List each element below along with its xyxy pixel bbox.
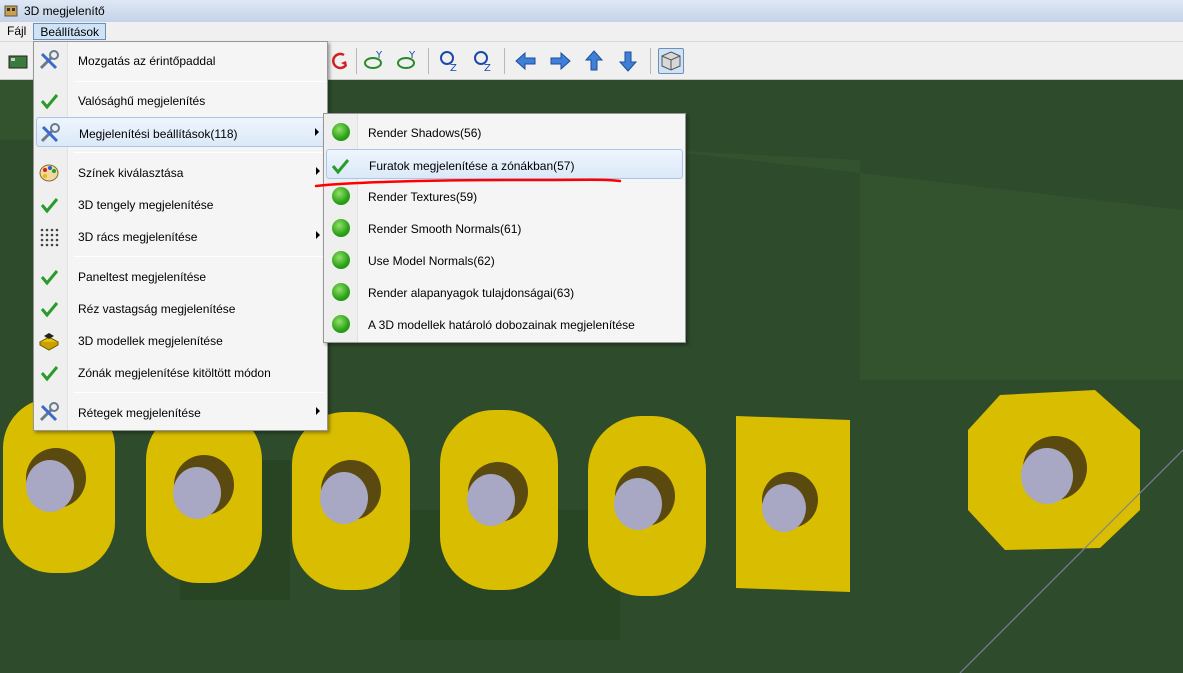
menu-item-label: Render Textures(59) (368, 190, 478, 204)
green-dot-icon (332, 283, 350, 301)
submenu-arrow-icon (316, 231, 320, 239)
toolbar-separator (356, 48, 357, 74)
copper-pad (146, 408, 262, 583)
copper-pad (440, 410, 558, 590)
tools-icon (38, 50, 60, 72)
submenu-item-material-props[interactable]: Render alapanyagok tulajdonságai(63) (326, 277, 683, 307)
submenu-item-holes-in-zones[interactable]: Furatok megjelenítése a zónákban(57) (326, 149, 683, 179)
window-title: 3D megjelenítő (24, 4, 105, 18)
menu-item-label: Use Model Normals(62) (368, 254, 495, 268)
check-icon (38, 362, 60, 384)
copper-pad (292, 412, 410, 590)
toolbar-separator (504, 48, 505, 74)
menu-item-label: Mozgatás az érintőpaddal (78, 54, 216, 68)
menu-separator (74, 392, 325, 393)
toolbar-separator (428, 48, 429, 74)
menu-item-render-options[interactable]: Megjelenítési beállítások(118) (36, 117, 326, 147)
svg-text:Y: Y (375, 50, 383, 61)
check-icon (38, 90, 60, 112)
copper-pad-square (736, 416, 850, 592)
toolbar-separator (650, 48, 651, 74)
submenu-arrow-icon (315, 128, 319, 136)
rotate-z-ccw-icon[interactable]: Z (436, 48, 462, 74)
title-bar: 3D megjelenítő (0, 0, 1183, 22)
arrow-down-icon[interactable] (615, 48, 641, 74)
menu-item-label: Render Shadows(56) (368, 126, 482, 140)
menu-item-label: Render alapanyagok tulajdonságai(63) (368, 286, 575, 300)
svg-text:Z: Z (484, 63, 491, 74)
svg-text:Z: Z (450, 63, 457, 74)
menu-item-colors[interactable]: Színek kiválasztása (36, 157, 326, 187)
menu-item-label: Render Smooth Normals(61) (368, 222, 522, 236)
tools-icon (38, 402, 60, 424)
menu-item-zones-filled[interactable]: Zónák megjelenítése kitöltött módon (36, 357, 326, 387)
menu-bar: Fájl Beállítások (0, 22, 1183, 42)
green-dot-icon (332, 123, 350, 141)
menu-item-touchpad-pan[interactable]: Mozgatás az érintőpaddal (36, 45, 326, 75)
check-icon (38, 194, 60, 216)
submenu-arrow-icon (316, 167, 320, 175)
3d-model-icon (38, 330, 60, 352)
submenu-item-bounding-boxes[interactable]: A 3D modellek határoló dobozainak megjel… (326, 309, 683, 339)
check-icon (38, 266, 60, 288)
arrow-up-icon[interactable] (581, 48, 607, 74)
menu-item-board-body[interactable]: Paneltest megjelenítése (36, 261, 326, 291)
reload-icon[interactable] (328, 48, 354, 74)
red-underline-annotation (314, 178, 622, 188)
green-dot-icon (332, 219, 350, 237)
menu-item-label: Rétegek megjelenítése (78, 406, 201, 420)
menu-separator (74, 152, 325, 153)
menu-settings[interactable]: Beállítások (33, 23, 107, 40)
submenu-arrow-icon (316, 407, 320, 415)
settings-menu: Mozgatás az érintőpaddal Valósághű megje… (33, 41, 328, 431)
menu-item-label: Furatok megjelenítése a zónákban(57) (369, 159, 575, 173)
green-dot-icon (332, 251, 350, 269)
check-icon (38, 298, 60, 320)
submenu-item-smooth-normals[interactable]: Render Smooth Normals(61) (326, 213, 683, 243)
menu-item-label: Zónák megjelenítése kitöltött módon (78, 366, 271, 380)
svg-text:Y: Y (408, 50, 416, 61)
menu-item-copper-thickness[interactable]: Réz vastagság megjelenítése (36, 293, 326, 323)
submenu-item-model-normals[interactable]: Use Model Normals(62) (326, 245, 683, 275)
rotate-y-cw-icon[interactable]: Y (395, 48, 421, 74)
menu-item-label: 3D tengely megjelenítése (78, 198, 214, 212)
menu-item-label: A 3D modellek határoló dobozainak megjel… (368, 318, 635, 332)
copper-pad-round (968, 390, 1140, 550)
board-icon[interactable] (6, 48, 32, 74)
menu-item-label: 3D rács megjelenítése (78, 230, 198, 244)
menu-item-layers[interactable]: Rétegek megjelenítése (36, 397, 326, 427)
ortho-view-icon[interactable] (658, 48, 684, 74)
menu-item-label: Valósághű megjelenítés (78, 94, 206, 108)
menu-item-label: Paneltest megjelenítése (78, 270, 207, 284)
menu-item-label: 3D modellek megjelenítése (78, 334, 223, 348)
menu-file[interactable]: Fájl (1, 23, 32, 40)
menu-separator (74, 256, 325, 257)
menu-item-label: Réz vastagság megjelenítése (78, 302, 236, 316)
rotate-z-cw-icon[interactable]: Z (470, 48, 496, 74)
app-icon (4, 4, 18, 18)
menu-item-grid[interactable]: 3D rács megjelenítése (36, 221, 326, 251)
menu-item-axis[interactable]: 3D tengely megjelenítése (36, 189, 326, 219)
menu-item-label: Színek kiválasztása (78, 166, 184, 180)
rotate-y-ccw-icon[interactable]: Y (362, 48, 388, 74)
palette-icon (38, 162, 60, 184)
green-dot-icon (332, 315, 350, 333)
menu-separator (74, 81, 325, 82)
tools-icon (39, 123, 61, 145)
grid-icon (38, 226, 60, 248)
menu-item-realistic[interactable]: Valósághű megjelenítés (36, 85, 326, 115)
menu-item-3d-models[interactable]: 3D modellek megjelenítése (36, 325, 326, 355)
copper-pad (588, 416, 706, 596)
menu-item-label: Megjelenítési beállítások(118) (79, 127, 238, 141)
submenu-item-shadows[interactable]: Render Shadows(56) (326, 117, 683, 147)
check-icon (329, 155, 351, 177)
render-options-submenu: Render Shadows(56) Furatok megjelenítése… (323, 113, 686, 343)
arrow-right-icon[interactable] (547, 48, 573, 74)
arrow-left-icon[interactable] (513, 48, 539, 74)
